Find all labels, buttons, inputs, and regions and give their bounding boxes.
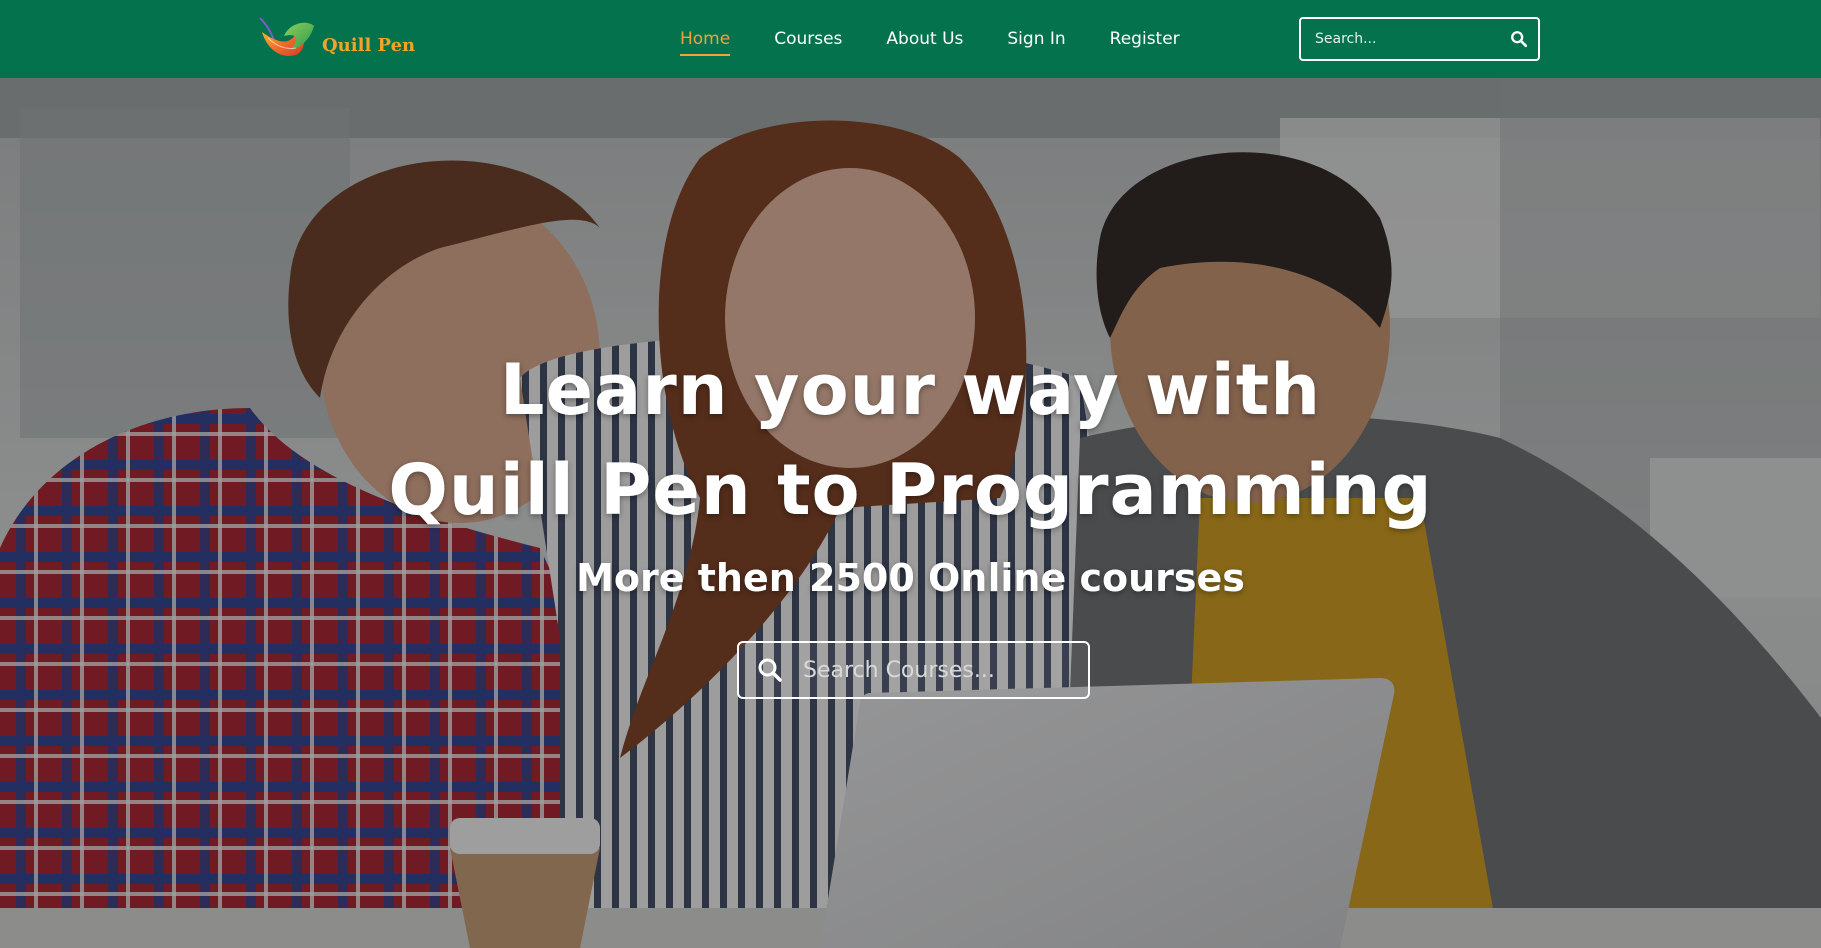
brand-name: Quill Pen — [322, 34, 416, 56]
main-navigation: Home Courses About Us Sign In Register — [680, 0, 1224, 78]
course-search-input[interactable] — [803, 657, 1072, 683]
nav-item-home[interactable]: Home — [680, 0, 731, 78]
hero-subtitle: More then 2500 Online courses — [576, 556, 1245, 600]
course-search-box — [737, 641, 1090, 699]
nav-item-register[interactable]: Register — [1110, 0, 1180, 78]
header-search-box — [1299, 17, 1540, 61]
hero-title-line-1: Learn your way with — [499, 349, 1322, 431]
hero-title: Learn your way with Quill Pen to Program… — [0, 340, 1821, 540]
nav-item-about-us[interactable]: About Us — [886, 0, 963, 78]
header-search-input[interactable] — [1315, 31, 1510, 47]
nav-item-sign-in[interactable]: Sign In — [1007, 0, 1065, 78]
nav-item-courses[interactable]: Courses — [774, 0, 842, 78]
brand-logo-link[interactable]: Quill Pen — [254, 14, 415, 64]
quill-feather-icon — [259, 17, 314, 56]
top-navbar: Quill Pen Home Courses About Us Sign In … — [0, 0, 1821, 78]
hero-title-line-2: Quill Pen to Programming — [388, 449, 1433, 531]
hero-section: Learn your way with Quill Pen to Program… — [0, 78, 1821, 948]
search-icon[interactable] — [1510, 30, 1528, 48]
search-icon — [758, 658, 782, 682]
